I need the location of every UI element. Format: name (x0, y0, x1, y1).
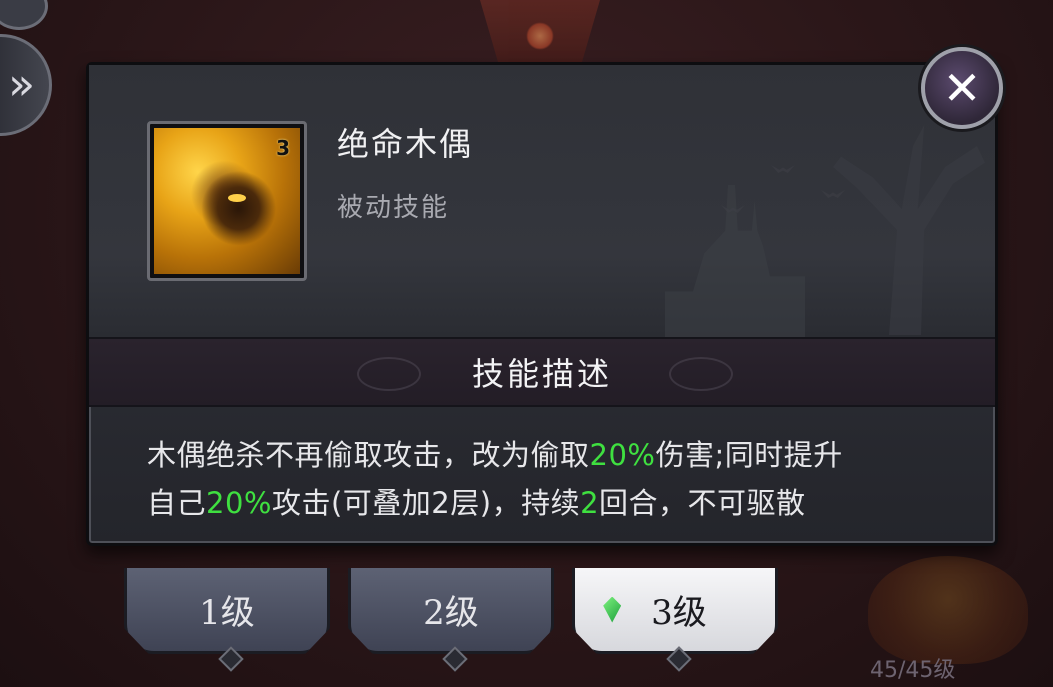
expand-side-button[interactable]: » (0, 34, 52, 136)
background-ornament (480, 0, 600, 62)
highlight-value: 20% (206, 486, 272, 520)
bat-icon (821, 190, 845, 198)
skill-description: 木偶绝杀不再偷取攻击，改为偷取20%伤害;同时提升 自己20%攻击(可叠加2层)… (147, 431, 947, 527)
castle-silhouette (665, 185, 805, 337)
puppet-eye (228, 194, 246, 202)
level-tab-label: 3级 (651, 593, 707, 633)
skill-name: 绝命木偶 (337, 125, 474, 163)
green-gem-icon (603, 596, 622, 623)
skill-icon-level: 3 (276, 136, 290, 160)
level-tab-label: 1级 (199, 593, 255, 633)
sun-icon (526, 22, 554, 50)
double-chevron-right-icon: » (8, 59, 35, 110)
tree-silhouette (833, 125, 985, 335)
bat-icon (771, 165, 795, 173)
description-text: 木偶绝杀不再偷取攻击，改为偷取 (147, 438, 590, 472)
description-text: 回合，不可驱散 (599, 486, 806, 520)
section-header: 技能描述 (89, 337, 995, 407)
close-x-icon: ✕ (942, 61, 982, 115)
level-tab-3[interactable]: 3级 (572, 568, 778, 654)
highlight-value: 2 (580, 486, 600, 520)
skill-icon: 3 (147, 121, 307, 281)
highlight-value: 20% (589, 438, 656, 472)
hero-emblem (868, 556, 1028, 664)
close-button[interactable]: ✕ (921, 47, 1003, 129)
level-tab-2[interactable]: 2级 (348, 568, 554, 654)
level-tab-label: 2级 (423, 593, 479, 633)
skill-detail-panel: 3 绝命木偶 被动技能 ✕ 技能描述 木偶绝杀不再偷取攻击，改为偷取20%伤害;… (86, 47, 1003, 546)
skill-type: 被动技能 (337, 193, 450, 223)
top-left-button[interactable] (0, 0, 48, 30)
golden-puppet-icon: 3 (154, 128, 300, 274)
level-tab-1[interactable]: 1级 (124, 568, 330, 654)
description-text: 自己 (147, 486, 207, 520)
description-text: 攻击(可叠加2层)，持续 (271, 486, 581, 520)
hero-level-text: 45/45级 (870, 658, 956, 683)
section-title: 技能描述 (471, 355, 612, 393)
description-text: 伤害;同时提升 (655, 438, 843, 472)
